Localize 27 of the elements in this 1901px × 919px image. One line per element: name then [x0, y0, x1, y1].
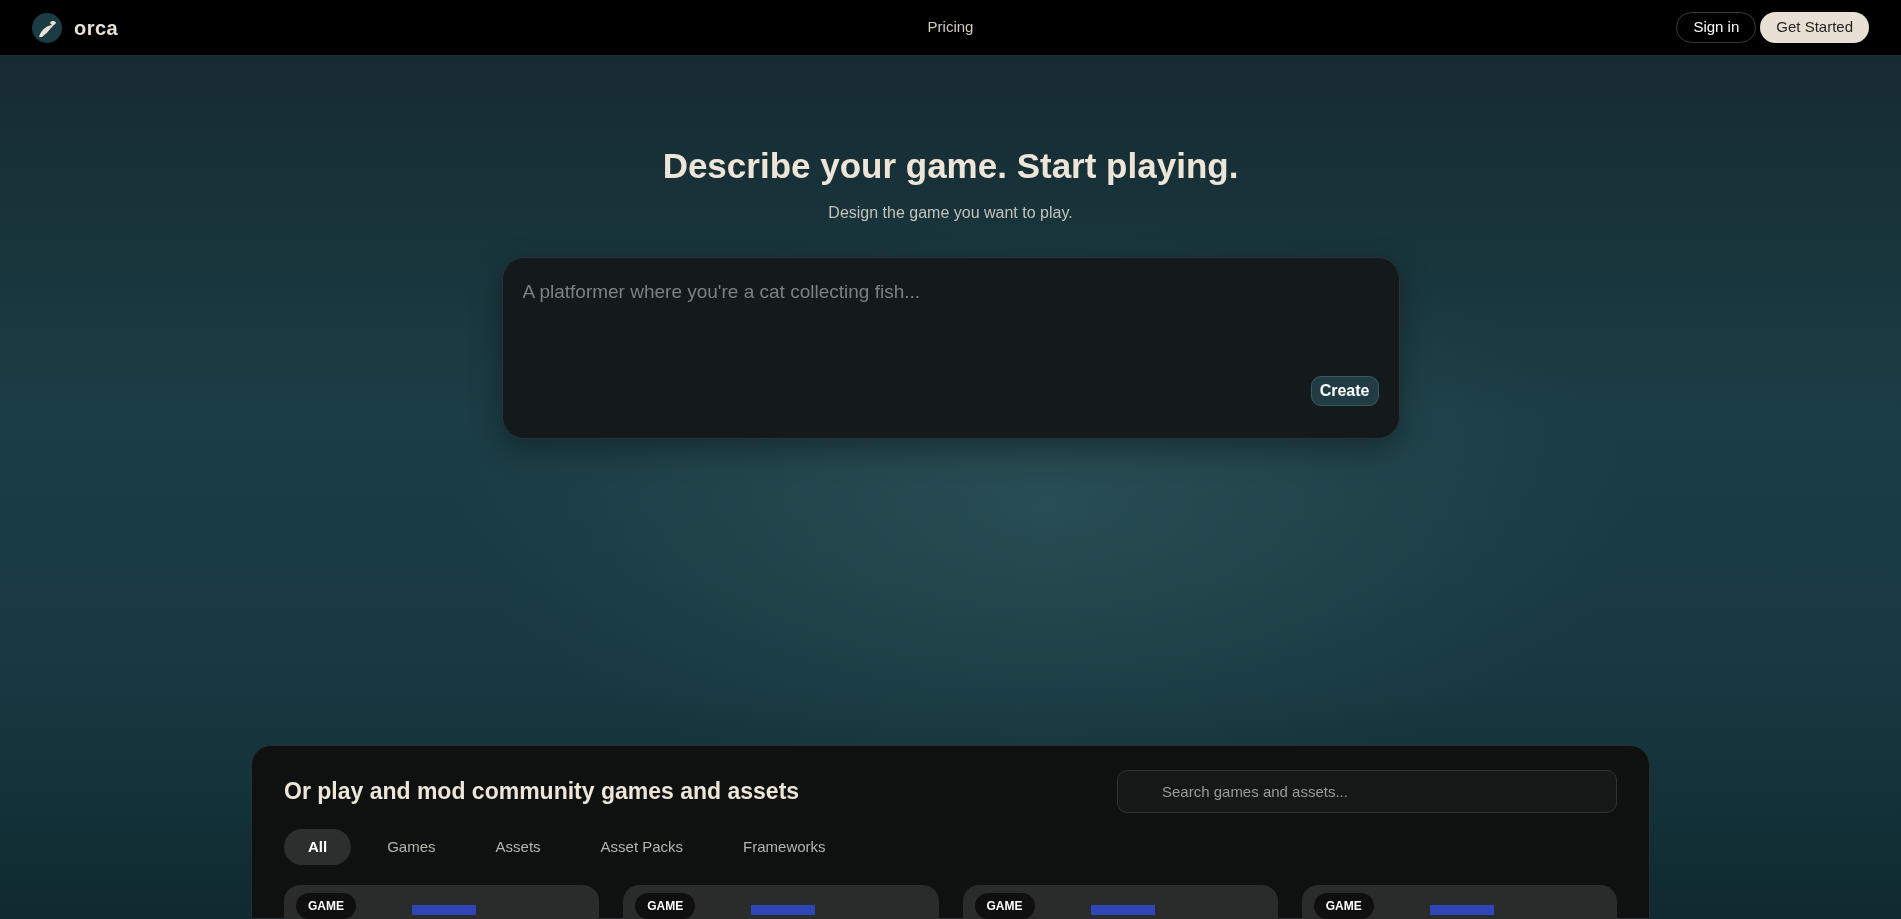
hero-subtitle: Design the game you want to play. [828, 202, 1073, 223]
brand-name: orca [74, 15, 119, 41]
game-badge: GAME [296, 893, 356, 919]
community-title: Or play and mod community games and assets [284, 777, 800, 807]
filter-tab[interactable]: Games [363, 829, 460, 865]
orca-logo-icon [32, 12, 62, 43]
game-card[interactable]: GAME [1301, 885, 1617, 919]
thumbnail-placeholder [412, 905, 476, 915]
get-started-button[interactable]: Get Started [1760, 12, 1869, 43]
hero-title: Describe your game. Start playing. [662, 145, 1239, 187]
thumbnail-placeholder [1429, 905, 1494, 915]
game-badge: GAME [635, 893, 696, 919]
create-button[interactable]: Create [1310, 375, 1379, 406]
game-badge: GAME [974, 893, 1035, 919]
nav-link[interactable]: Pricing [927, 16, 974, 39]
filter-tab[interactable]: Frameworks [719, 829, 850, 865]
game-card[interactable]: GAME [284, 885, 600, 919]
thumbnail-placeholder [751, 905, 816, 915]
filter-tab[interactable]: Assets [471, 829, 565, 865]
filter-tab[interactable]: All [284, 829, 352, 865]
search-field[interactable]: Search games and assets... [1117, 770, 1617, 813]
prompt-input-field[interactable]: A platformer where you're a cat collecting fish... Create [501, 256, 1400, 439]
game-card[interactable]: GAME [623, 885, 939, 919]
thumbnail-placeholder [1090, 905, 1155, 915]
game-card[interactable]: GAME [962, 885, 1278, 919]
filter-tab[interactable]: Asset Packs [576, 829, 708, 865]
game-badge: GAME [1313, 893, 1374, 919]
